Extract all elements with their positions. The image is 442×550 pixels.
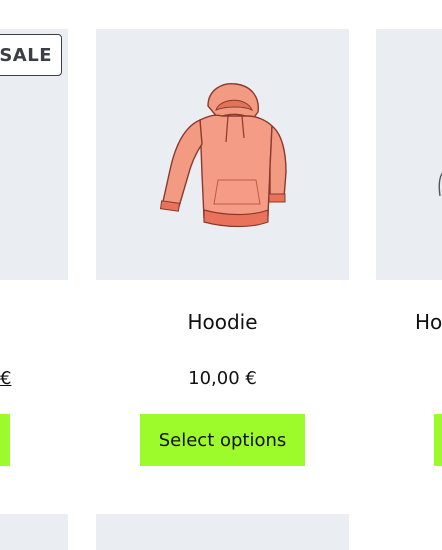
product-image-right[interactable] xyxy=(376,29,442,280)
select-options-button-partial-right[interactable] xyxy=(434,414,442,466)
hoodie-image xyxy=(159,83,287,228)
product-title[interactable]: Hoodie xyxy=(96,310,349,334)
product-price: 10,00 € xyxy=(188,368,257,389)
price-partial: € xyxy=(0,368,12,389)
product-title-partial[interactable]: Ho xyxy=(415,310,442,334)
select-options-button[interactable]: Select options xyxy=(140,414,305,466)
select-options-button-partial-left[interactable] xyxy=(0,414,10,466)
sale-badge: SALE xyxy=(0,34,62,76)
product-image-row2-left[interactable] xyxy=(0,514,68,550)
product-image-row2-middle[interactable] xyxy=(96,514,349,550)
hoodie-partial-image xyxy=(438,172,442,197)
